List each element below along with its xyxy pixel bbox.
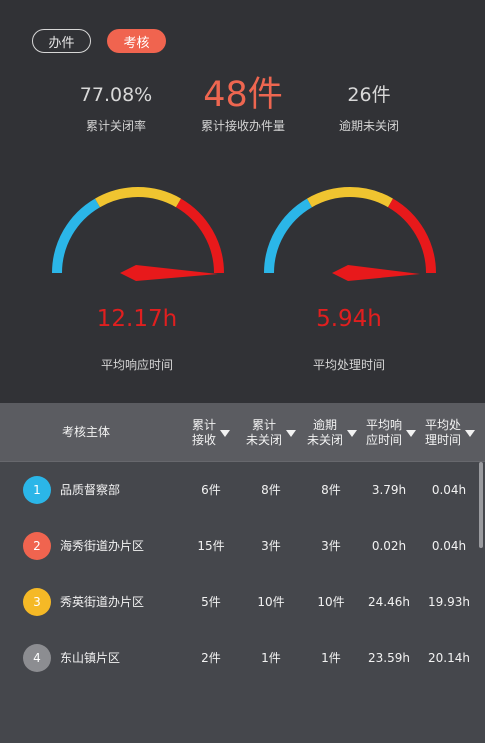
table-row[interactable]: 3 秀英街道办片区 5件 10件 10件 24.46h 19.93h <box>0 574 485 630</box>
scrollbar[interactable] <box>479 462 483 548</box>
summary-panel: 办件 考核 77.08% 累计关闭率 48件 累计接收办件量 26件 逾期未关闭… <box>0 0 485 403</box>
processing-time-gauge <box>260 180 440 290</box>
tab-bar: 办件 考核 <box>32 29 166 53</box>
column-header-subject: 考核主体 <box>62 403 132 462</box>
subject-name: 海秀街道办片区 <box>60 539 145 553</box>
table-row[interactable]: 1 品质督察部 6件 8件 8件 3.79h 0.04h <box>0 462 485 518</box>
stat-overdue-value: 26件 <box>347 84 391 106</box>
overdue-count: 1件 <box>321 651 341 665</box>
processing-time: 20.14h <box>428 651 470 665</box>
processing-time: 0.04h <box>431 483 467 497</box>
received-count: 6件 <box>201 483 221 497</box>
rank-badge: 4 <box>23 644 51 672</box>
processing-time: 19.93h <box>428 595 470 609</box>
column-header-received-label: 累计 接收 <box>192 417 217 447</box>
rank-badge: 2 <box>23 532 51 560</box>
overdue-count: 10件 <box>317 595 345 609</box>
response-time: 23.59h <box>368 651 410 665</box>
response-time: 24.46h <box>368 595 410 609</box>
received-count: 15件 <box>197 539 225 553</box>
processing-time-label: 平均处理时间 <box>312 358 385 372</box>
stat-overdue-label: 逾期未关闭 <box>338 119 399 133</box>
rank-badge: 1 <box>23 476 51 504</box>
subject-name: 秀英街道办片区 <box>60 595 145 609</box>
column-header-processing-time-label: 平均处 理时间 <box>425 417 462 447</box>
open-count: 10件 <box>257 595 285 609</box>
open-count: 3件 <box>261 539 281 553</box>
column-header-received[interactable]: 累计 接收 <box>192 403 231 462</box>
column-header-processing-time[interactable]: 平均处 理时间 <box>425 403 476 462</box>
column-header-response-time[interactable]: 平均响 应时间 <box>366 403 417 462</box>
subject-name: 东山镇片区 <box>60 651 121 665</box>
column-header-overdue-label: 逾期 未关闭 <box>307 417 344 447</box>
table-row[interactable]: 4 东山镇片区 2件 1件 1件 23.59h 20.14h <box>0 630 485 686</box>
received-count: 2件 <box>201 651 221 665</box>
sort-down-icon[interactable] <box>286 430 297 437</box>
sort-down-icon[interactable] <box>465 430 476 437</box>
open-count: 8件 <box>261 483 281 497</box>
rank-badge: 3 <box>23 588 51 616</box>
sort-down-icon[interactable] <box>347 430 358 437</box>
column-header-overdue[interactable]: 逾期 未关闭 <box>307 403 358 462</box>
processing-time: 0.04h <box>431 539 467 553</box>
overdue-count: 3件 <box>321 539 341 553</box>
response-time-label: 平均响应时间 <box>100 358 173 372</box>
response-time-value: 12.17h <box>96 306 178 332</box>
table-header: 考核主体 累计 接收 累计 未关闭 逾期 未关闭 平均响 应时间 平均处 理时间 <box>0 403 485 462</box>
column-header-response-time-label: 平均响 应时间 <box>366 417 403 447</box>
sort-down-icon[interactable] <box>406 430 417 437</box>
table-row[interactable]: 2 海秀街道办片区 15件 3件 3件 0.02h 0.04h <box>0 518 485 574</box>
tab-assessment[interactable]: 考核 <box>107 29 166 53</box>
tab-cases[interactable]: 办件 <box>32 29 91 53</box>
column-header-open-label: 累计 未关闭 <box>246 417 283 447</box>
column-header-open[interactable]: 累计 未关闭 <box>246 403 297 462</box>
column-header-subject-label: 考核主体 <box>62 425 111 439</box>
overdue-count: 8件 <box>321 483 341 497</box>
subject-name: 品质督察部 <box>60 483 121 497</box>
stat-overdue: 26件 逾期未关闭 <box>289 76 449 134</box>
response-time-gauge <box>48 180 228 290</box>
received-count: 5件 <box>201 595 221 609</box>
response-time: 3.79h <box>371 483 407 497</box>
response-time: 0.02h <box>371 539 407 553</box>
open-count: 1件 <box>261 651 281 665</box>
sort-down-icon[interactable] <box>220 430 231 437</box>
processing-time-value: 5.94h <box>316 306 382 332</box>
